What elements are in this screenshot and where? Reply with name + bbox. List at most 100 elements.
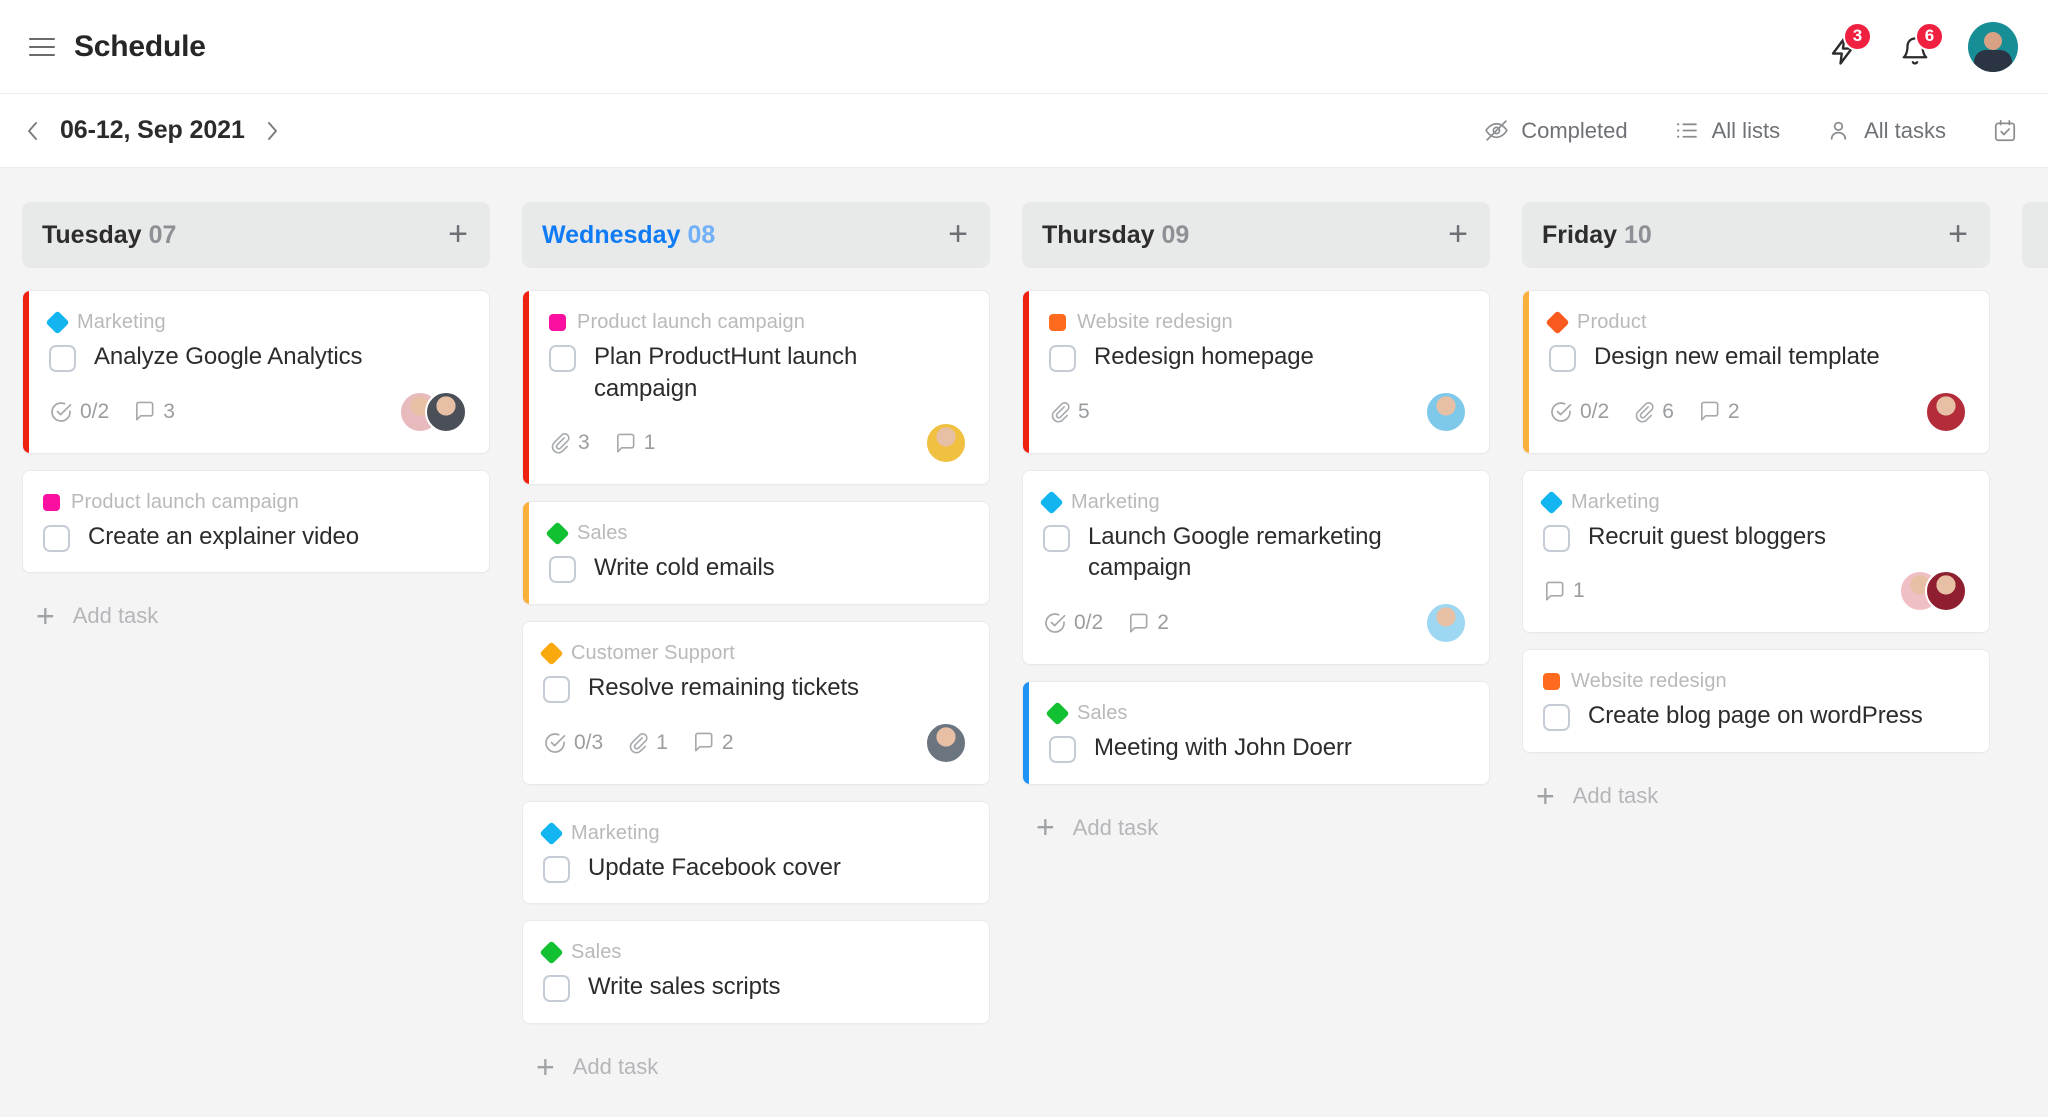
- avatar[interactable]: [1425, 390, 1467, 433]
- day-column: Thursday 09 + Website redesign Redesign home…: [1022, 202, 1490, 851]
- tag-color-diamond-icon: [45, 310, 70, 335]
- task-checkbox[interactable]: [1049, 736, 1076, 764]
- task-title: Analyze Google Analytics: [94, 343, 363, 370]
- avatar[interactable]: [1925, 570, 1967, 613]
- all-tasks-label: All tasks: [1864, 117, 1946, 143]
- task-checkbox[interactable]: [1049, 345, 1076, 372]
- all-tasks-button[interactable]: All tasks: [1826, 118, 1946, 144]
- tag-label: Sales: [577, 522, 628, 545]
- comment-count: 2: [1127, 611, 1169, 635]
- completed-filter-button[interactable]: Completed: [1483, 118, 1628, 144]
- subtask-count-value: 0/2: [1580, 399, 1610, 423]
- task-tag: Marketing: [1039, 490, 1467, 515]
- comment-bubble-icon: [1546, 581, 1564, 601]
- add-card-button[interactable]: +: [948, 217, 968, 251]
- avatar[interactable]: [425, 390, 467, 433]
- calendar-view-button[interactable]: [1992, 118, 2018, 144]
- day-column-header: Tuesday 07 +: [22, 202, 490, 268]
- task-card[interactable]: Marketing Recruit guest bloggers 1: [1522, 469, 1990, 634]
- next-week-button[interactable]: [261, 120, 283, 142]
- avatar[interactable]: [925, 422, 967, 465]
- task-checkbox[interactable]: [1543, 524, 1570, 552]
- task-checkbox[interactable]: [543, 855, 570, 883]
- task-title-row: Design new email template: [1549, 341, 1967, 373]
- task-tag: Product launch campaign: [549, 311, 967, 334]
- avatar[interactable]: [1968, 21, 2018, 72]
- add-task-button[interactable]: + Add task: [1522, 769, 1990, 819]
- task-meta: 0/3 1 2: [543, 721, 967, 764]
- comment-count-value: 2: [1727, 399, 1740, 423]
- tag-color-diamond-icon: [1539, 490, 1564, 515]
- task-card[interactable]: Product Design new email template 0/2 6 2: [1522, 290, 1990, 454]
- add-task-button[interactable]: + Add task: [1022, 801, 1490, 851]
- add-card-button[interactable]: +: [448, 217, 468, 251]
- notifications-button[interactable]: 6: [1896, 21, 1944, 68]
- top-bar: Schedule 3 6: [0, 0, 2048, 94]
- task-card[interactable]: Sales Write sales scripts: [522, 920, 990, 1025]
- hamburger-icon[interactable]: [22, 27, 62, 67]
- tag-label: Marketing: [77, 311, 166, 333]
- avatar[interactable]: [1425, 602, 1467, 645]
- tag-color-diamond-icon: [539, 940, 564, 965]
- add-card-button[interactable]: +: [1948, 217, 1968, 251]
- avatar[interactable]: [925, 721, 967, 764]
- task-meta: 0/2 6 2: [1549, 390, 1967, 433]
- task-title: Plan ProductHunt launch campaign: [594, 343, 858, 402]
- task-checkbox[interactable]: [1549, 345, 1576, 372]
- task-checkbox[interactable]: [1043, 524, 1070, 552]
- task-card[interactable]: Product launch campaign Create an explain…: [22, 469, 490, 574]
- tag-color-diamond-icon: [539, 821, 564, 846]
- all-lists-button[interactable]: All lists: [1674, 118, 1780, 144]
- task-tag: Product launch campaign: [43, 491, 467, 514]
- task-card[interactable]: Website redesign Redesign homepage 5: [1022, 290, 1490, 454]
- add-task-button[interactable]: + Add task: [522, 1040, 990, 1090]
- task-title: Recruit guest bloggers: [1588, 522, 1826, 550]
- task-tag: Marketing: [1539, 490, 1967, 515]
- task-card[interactable]: Customer Support Resolve remaining ticket…: [522, 621, 990, 785]
- add-task-button[interactable]: + Add task: [22, 589, 490, 639]
- task-card[interactable]: Marketing Update Facebook cover: [522, 800, 990, 905]
- tag-color-diamond-icon: [1039, 490, 1064, 515]
- task-checkbox[interactable]: [1543, 704, 1570, 732]
- task-checkbox[interactable]: [543, 975, 570, 1003]
- add-card-button[interactable]: +: [1448, 217, 1468, 251]
- task-checkbox[interactable]: [49, 345, 76, 372]
- task-card[interactable]: Sales Write cold emails: [522, 501, 990, 606]
- task-title: Create blog page on wordPress: [1588, 702, 1923, 730]
- subtask-check-icon: [1045, 613, 1066, 633]
- prev-week-button[interactable]: [22, 120, 44, 142]
- task-card[interactable]: Product launch campaign Plan ProductHunt …: [522, 290, 990, 486]
- comment-count: 1: [614, 431, 656, 455]
- day-column-header: Thursday 09 +: [1022, 202, 1490, 268]
- comment-bubble-icon: [1130, 613, 1148, 632]
- tag-label: Sales: [1077, 702, 1128, 725]
- task-card[interactable]: Sales Meeting with John Doerr: [1022, 681, 1490, 785]
- lightning-bolt-button[interactable]: 3: [1824, 21, 1872, 68]
- comment-count: 1: [1543, 579, 1585, 603]
- task-card[interactable]: Marketing Launch Google remarketing campa…: [1022, 469, 1490, 666]
- task-title-row: Redesign homepage: [1049, 341, 1467, 373]
- tag-label: Website redesign: [1571, 670, 1727, 693]
- task-tag: Customer Support: [539, 641, 967, 666]
- task-title-row: Write sales scripts: [543, 971, 967, 1003]
- day-name: Tuesday: [42, 220, 142, 249]
- tag-color-diamond-icon: [1545, 310, 1570, 335]
- avatar[interactable]: [1925, 390, 1967, 433]
- task-checkbox[interactable]: [543, 676, 570, 704]
- plus-icon: +: [536, 1048, 555, 1085]
- date-navigation: 06-12, Sep 2021: [22, 116, 283, 145]
- task-card[interactable]: Marketing Analyze Google Analytics 0/2 3: [22, 290, 490, 454]
- task-checkbox[interactable]: [549, 556, 576, 584]
- assignee-avatars: [925, 422, 967, 465]
- assignee-avatars: [399, 390, 467, 433]
- comment-count-value: 1: [1573, 579, 1585, 603]
- day-column-title: Thursday 09: [1042, 221, 1189, 250]
- task-checkbox[interactable]: [43, 524, 70, 552]
- comment-count-value: 1: [643, 431, 656, 455]
- task-card[interactable]: Website redesign Create blog page on word…: [1522, 649, 1990, 754]
- task-checkbox[interactable]: [549, 345, 576, 372]
- task-title: Create an explainer video: [88, 522, 360, 550]
- tag-color-square-icon: [549, 314, 566, 331]
- task-meta: 1: [1543, 570, 1967, 613]
- comment-count: 3: [133, 400, 175, 424]
